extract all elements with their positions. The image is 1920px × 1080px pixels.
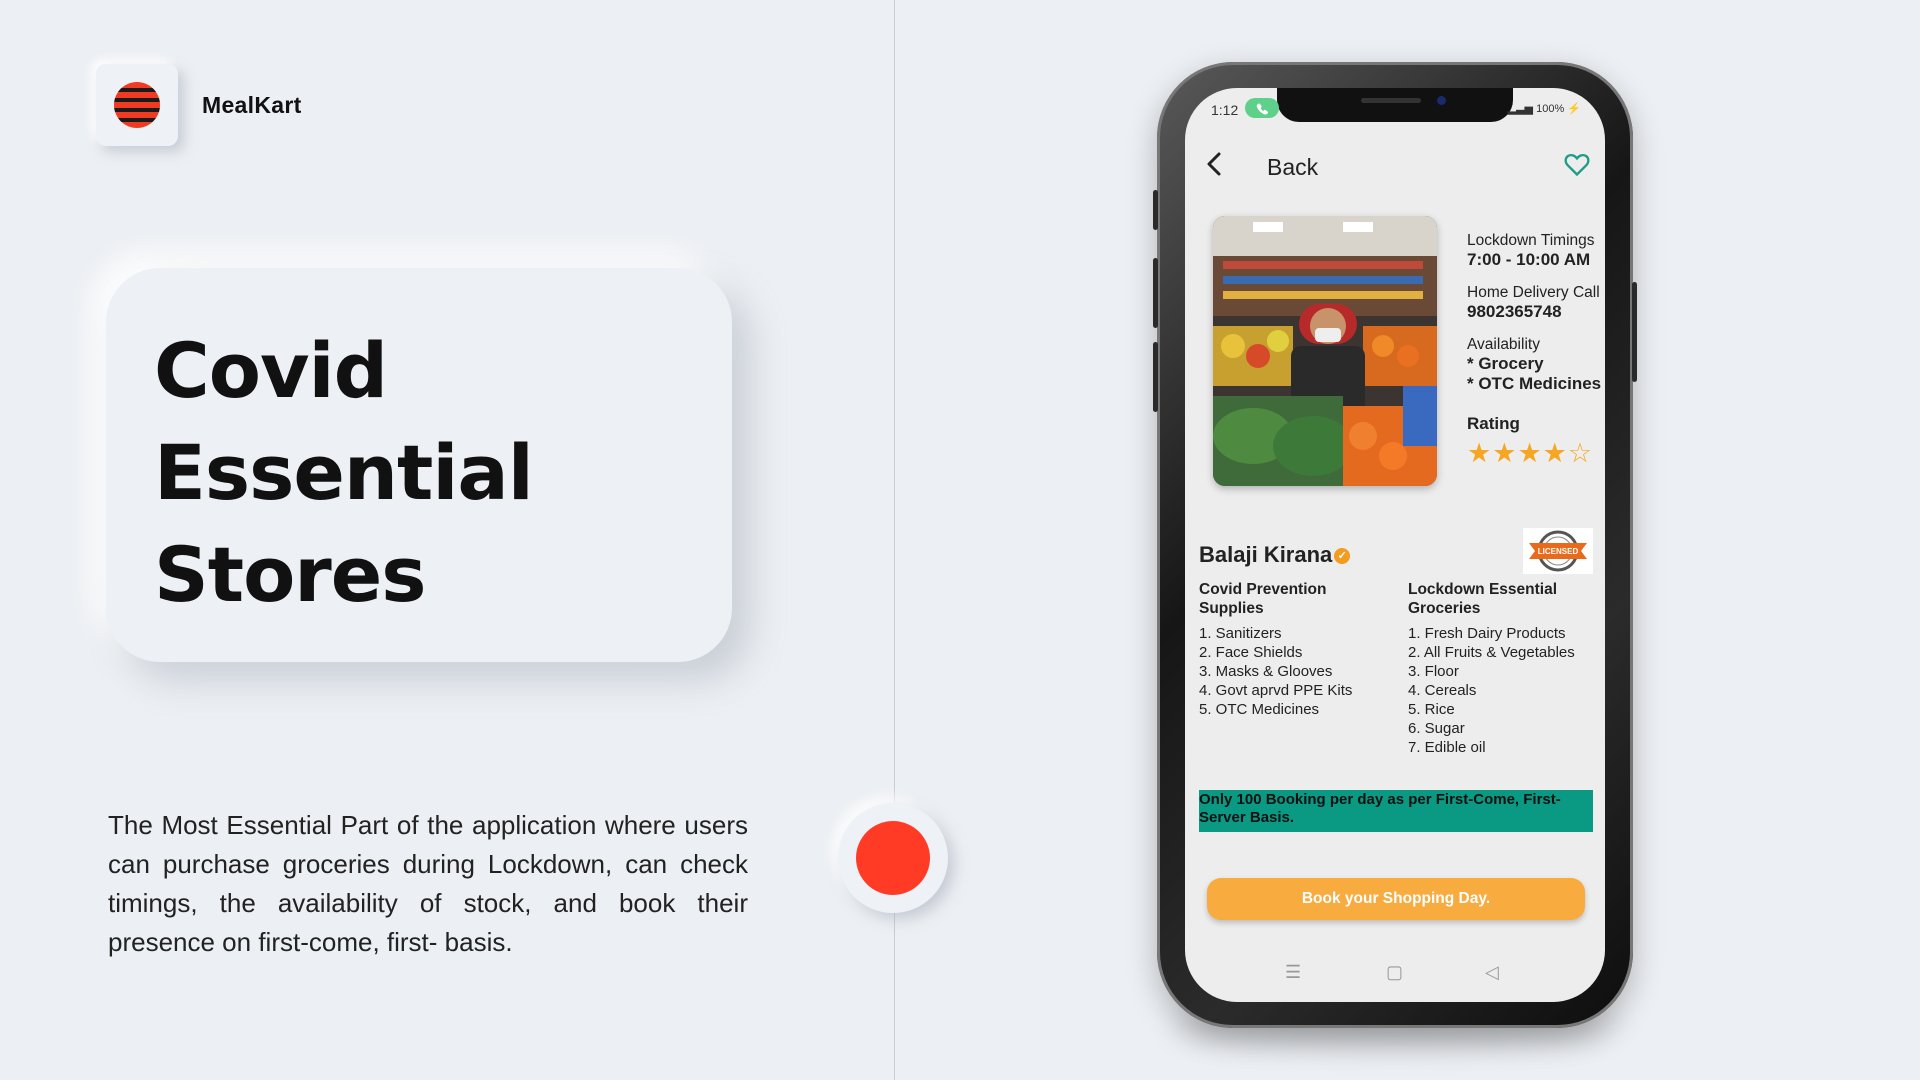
striped-sphere-logo-icon [114, 82, 160, 128]
phone-volume-down [1153, 342, 1158, 412]
groceries-column: Lockdown Essential Groceries 1. Fresh Da… [1408, 580, 1605, 757]
rating-label: Rating [1467, 414, 1520, 433]
covid-supply-item: 1. Sanitizers [1199, 625, 1282, 642]
title-line: Stores [154, 530, 427, 619]
licensed-badge-text: LICENSED [1538, 547, 1579, 556]
lockdown-label: Lockdown Timings [1467, 232, 1595, 249]
app-logo [96, 64, 178, 146]
brand-name: MealKart [202, 92, 302, 118]
grocery-item: 4. Cereals [1408, 682, 1477, 699]
phone-mockup: 1:12 ▂▃▅ 100% ⚡ Back Lockdown Timings 7:… [1153, 62, 1637, 1028]
charging-icon: ⚡ [1567, 103, 1581, 115]
phone-silent-switch [1153, 190, 1158, 230]
store-photo [1213, 216, 1437, 486]
heart-icon[interactable] [1563, 150, 1591, 183]
star-icon: ★ [1467, 438, 1493, 468]
phone-power-button [1632, 282, 1637, 382]
vertical-divider [894, 0, 895, 1080]
star-icon: ☆ [1567, 438, 1594, 468]
android-nav-bar: ☰ ▢ ◁ [1185, 962, 1605, 992]
availability-label: Availability [1467, 336, 1540, 353]
menu-icon[interactable]: ☰ [1285, 962, 1301, 983]
book-shopping-day-button[interactable]: Book your Shopping Day. [1207, 878, 1585, 920]
back-button[interactable]: Back [1267, 154, 1318, 181]
grocery-item: 7. Edible oil [1408, 739, 1486, 756]
grocery-item: 6. Sugar [1408, 720, 1465, 737]
star-icon: ★ [1517, 438, 1543, 468]
covid-supplies-list: 1. Sanitizers 2. Face Shields 3. Masks & G… [1199, 624, 1379, 719]
phone-screen: 1:12 ▂▃▅ 100% ⚡ Back Lockdown Timings 7:… [1185, 88, 1605, 1002]
store-name: Balaji Kirana [1199, 542, 1333, 567]
battery-level: 100% [1536, 103, 1565, 115]
record-dot-icon [856, 821, 930, 895]
grocery-item: 1. Fresh Dairy Products [1408, 625, 1566, 642]
grocery-item: 3. Floor [1408, 663, 1459, 680]
store-name-row: Balaji Kirana ✓ [1199, 542, 1351, 568]
availability-item: * OTC Medicines [1467, 374, 1602, 393]
record-button[interactable] [838, 803, 948, 913]
verified-check-icon: ✓ [1334, 548, 1351, 565]
star-icon: ★ [1492, 438, 1518, 468]
page-title: Covid Essential Stores [154, 320, 534, 626]
covid-supply-item: 4. Govt aprvd PPE Kits [1199, 682, 1353, 699]
back-triangle-icon[interactable]: ◁ [1485, 962, 1499, 983]
home-square-icon[interactable]: ▢ [1386, 962, 1403, 983]
description-text: The Most Essential Part of the applicati… [108, 810, 748, 957]
delivery-phone[interactable]: 9802365748 [1467, 302, 1605, 322]
camera-icon [1437, 96, 1446, 105]
speaker-grille [1361, 98, 1421, 103]
active-call-icon[interactable] [1245, 98, 1279, 118]
store-info: Lockdown Timings 7:00 - 10:00 AM Home De… [1467, 232, 1605, 483]
rating-stars: ★★★★☆ [1467, 438, 1605, 469]
covid-supplies-column: Covid Prevention Supplies 1. Sanitizers 2… [1199, 580, 1379, 719]
title-line: Essential [154, 428, 534, 517]
covid-supply-item: 2. Face Shields [1199, 644, 1303, 661]
app-header: Back [1185, 140, 1605, 190]
title-line: Covid [154, 326, 388, 415]
star-icon: ★ [1542, 438, 1568, 468]
status-indicators: ▂▃▅ 100% ⚡ [1508, 102, 1581, 115]
signal-icon: ▂▃▅ [1507, 103, 1534, 115]
delivery-label: Home Delivery Call [1467, 284, 1600, 301]
booking-notice: Only 100 Booking per day as per First-Co… [1199, 790, 1593, 832]
back-chevron-icon[interactable] [1203, 150, 1227, 183]
phone-notch [1277, 88, 1513, 122]
title-card: Covid Essential Stores [106, 268, 732, 662]
covid-supply-item: 3. Masks & Glooves [1199, 663, 1333, 680]
grocery-item: 5. Rice [1408, 701, 1455, 718]
groceries-heading: Lockdown Essential Groceries [1408, 581, 1558, 617]
covid-supply-item: 5. OTC Medicines [1199, 701, 1320, 718]
groceries-list: 1. Fresh Dairy Products 2. All Fruits & V… [1408, 624, 1605, 757]
licensed-badge: LICENSED [1523, 528, 1593, 574]
availability-item: * Grocery [1467, 354, 1544, 373]
lockdown-value: 7:00 - 10:00 AM [1467, 250, 1591, 269]
phone-volume-up [1153, 258, 1158, 328]
grocery-item: 2. All Fruits & Vegetables [1408, 644, 1575, 661]
covid-supplies-heading: Covid Prevention Supplies [1199, 581, 1327, 617]
status-time: 1:12 [1211, 102, 1239, 118]
